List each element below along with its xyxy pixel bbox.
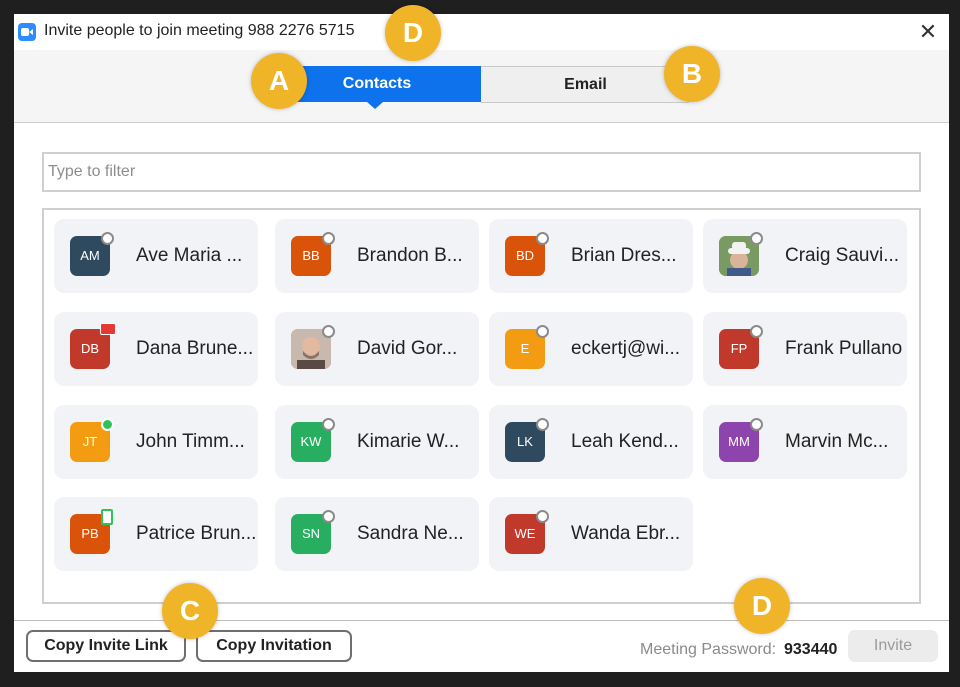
avatar-initials: BB bbox=[302, 248, 320, 263]
contact-card[interactable]: JT John Timm... bbox=[54, 405, 258, 479]
contact-card[interactable]: WE Wanda Ebr... bbox=[489, 497, 693, 571]
avatar: PB bbox=[70, 509, 113, 554]
contact-card[interactable]: MM Marvin Mc... bbox=[703, 405, 907, 479]
contact-card[interactable]: PB Patrice Brun... bbox=[54, 497, 258, 571]
offline-status-icon bbox=[101, 232, 114, 245]
avatar-initials: E bbox=[520, 341, 530, 356]
offline-status-icon bbox=[322, 232, 335, 245]
contact-name: Dana Brune... bbox=[136, 338, 254, 359]
offline-status-icon bbox=[536, 325, 549, 338]
offline-status-icon bbox=[322, 325, 335, 338]
offline-status-icon bbox=[322, 510, 335, 523]
meeting-password-value: 933440 bbox=[784, 641, 838, 658]
bald-man-photo bbox=[291, 325, 335, 369]
avatar-initials: AM bbox=[80, 248, 100, 263]
contact-card[interactable]: AM Ave Maria ... bbox=[54, 219, 258, 293]
avatar: BD bbox=[505, 232, 549, 276]
invite-button[interactable]: Invite bbox=[848, 630, 938, 662]
avatar: MM bbox=[719, 418, 763, 462]
avatar: JT bbox=[70, 418, 114, 462]
offline-status-icon bbox=[536, 418, 549, 431]
contact-card[interactable]: LK Leah Kend... bbox=[489, 405, 693, 479]
contact-card[interactable]: BD Brian Dres... bbox=[489, 219, 693, 293]
copy-invitation-button[interactable]: Copy Invitation bbox=[196, 630, 352, 662]
avatar-initials: SN bbox=[301, 526, 321, 541]
contact-card[interactable]: BB Brandon B... bbox=[275, 219, 479, 293]
contact-name: Craig Sauvi... bbox=[785, 245, 900, 266]
contact-name: David Gor... bbox=[357, 338, 458, 359]
window-title: Invite people to join meeting 988 2276 5… bbox=[44, 22, 355, 39]
callout-c-badge: C bbox=[162, 583, 218, 639]
footer-bar: Copy Invite Link Copy Invitation Meeting… bbox=[14, 620, 949, 672]
close-icon[interactable]: ✕ bbox=[915, 20, 941, 44]
contact-name: Wanda Ebr... bbox=[571, 523, 681, 544]
avatar: AM bbox=[70, 232, 114, 276]
meeting-password-label: Meeting Password: bbox=[640, 641, 777, 658]
avatar-initials: KW bbox=[300, 434, 322, 449]
offline-status-icon bbox=[536, 232, 549, 245]
contact-name: Ave Maria ... bbox=[136, 245, 243, 266]
tab-bar: Contacts Email bbox=[14, 50, 949, 123]
avatar-initials: MM bbox=[728, 434, 750, 449]
offline-status-icon bbox=[536, 510, 549, 523]
contact-card[interactable]: FP Frank Pullano bbox=[703, 312, 907, 386]
avatar-initials: FP bbox=[730, 341, 748, 356]
contact-card[interactable]: Eeckertj@wi... bbox=[489, 312, 693, 386]
zoom-camera-icon bbox=[18, 23, 36, 41]
contact-name: Brandon B... bbox=[357, 245, 463, 266]
in-meeting-video-icon bbox=[100, 323, 116, 335]
contact-name: Leah Kend... bbox=[571, 431, 679, 452]
contact-name: Patrice Brun... bbox=[136, 523, 257, 544]
avatar: KW bbox=[291, 418, 335, 462]
avatar-initials: DB bbox=[80, 341, 100, 356]
contact-card[interactable]: DB Dana Brune... bbox=[54, 312, 258, 386]
contact-card[interactable]: Craig Sauvi... bbox=[703, 219, 907, 293]
copy-invite-link-button[interactable]: Copy Invite Link bbox=[26, 630, 186, 662]
avatar: E bbox=[505, 325, 549, 369]
contacts-grid: AM Ave Maria ... BB Brandon B... BD Brian Dre… bbox=[42, 208, 921, 604]
contact-card[interactable]: KW Kimarie W... bbox=[275, 405, 479, 479]
offline-status-icon bbox=[750, 418, 763, 431]
avatar: BB bbox=[291, 232, 335, 276]
contact-name: John Timm... bbox=[136, 431, 245, 452]
online-status-icon bbox=[101, 418, 114, 431]
callout-b-badge: B bbox=[664, 46, 720, 102]
contact-name: Sandra Ne... bbox=[357, 523, 464, 544]
offline-status-icon bbox=[322, 418, 335, 431]
avatar-initials: WE bbox=[514, 526, 536, 541]
avatar-initials: PB bbox=[81, 526, 99, 541]
contact-name: Kimarie W... bbox=[357, 431, 460, 452]
contact-name: eckertj@wi... bbox=[571, 338, 681, 359]
filter-input[interactable] bbox=[42, 152, 921, 192]
avatar-initials: LK bbox=[517, 434, 533, 449]
contact-card[interactable]: SN Sandra Ne... bbox=[275, 497, 479, 571]
title-bar: Invite people to join meeting 988 2276 5… bbox=[14, 14, 949, 50]
contact-name: Frank Pullano bbox=[785, 338, 903, 359]
avatar: SN bbox=[291, 510, 335, 554]
tab-email[interactable]: Email bbox=[481, 66, 691, 103]
avatar-initials: JT bbox=[82, 434, 98, 449]
contact-name: Marvin Mc... bbox=[785, 431, 889, 452]
callout-d-title-badge: D bbox=[385, 5, 441, 61]
callout-a-badge: A bbox=[251, 53, 307, 109]
offline-status-icon bbox=[750, 325, 763, 338]
avatar: FP bbox=[719, 325, 763, 369]
avatar-initials: BD bbox=[515, 248, 535, 263]
callout-d-password-badge: D bbox=[734, 578, 790, 634]
avatar: LK bbox=[505, 418, 549, 462]
avatar: WE bbox=[505, 510, 549, 554]
contact-name: Brian Dres... bbox=[571, 245, 677, 266]
mobile-status-icon bbox=[101, 509, 113, 525]
man-in-hat-photo bbox=[719, 232, 763, 276]
avatar: DB bbox=[70, 323, 116, 369]
offline-status-icon bbox=[750, 232, 763, 245]
invite-dialog: Invite people to join meeting 988 2276 5… bbox=[14, 14, 949, 672]
contact-card[interactable]: David Gor... bbox=[275, 312, 479, 386]
